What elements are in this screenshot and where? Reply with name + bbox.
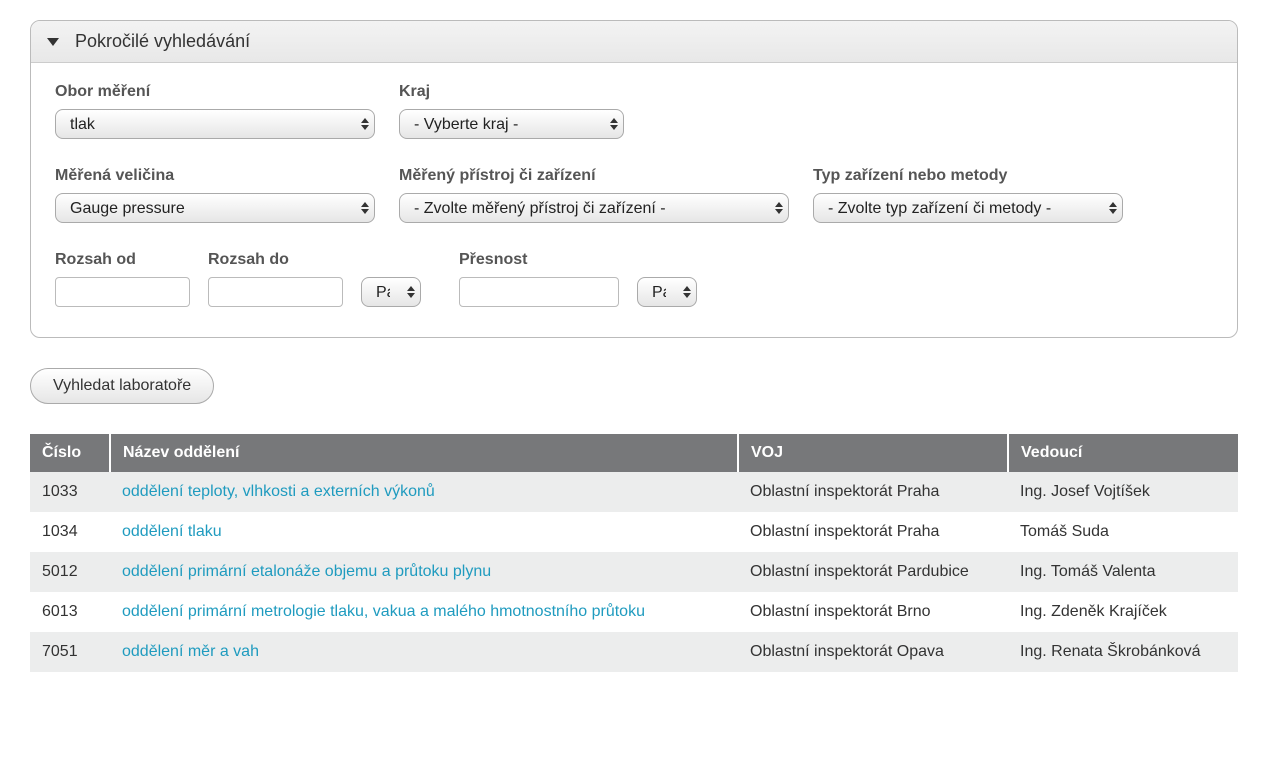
department-link[interactable]: oddělení primární etalonáže objemu a prů… — [122, 563, 491, 580]
cell-cislo: 1034 — [30, 512, 110, 552]
table-row: 1034 oddělení tlaku Oblastní inspektorát P… — [30, 512, 1238, 552]
select-velicina[interactable]: Gauge pressure — [55, 193, 375, 223]
cell-vedouci: Ing. Renata Škrobánková — [1008, 632, 1238, 672]
cell-nazev: oddělení měr a vah — [110, 632, 738, 672]
label-pristroj: Měřený přístroj či zařízení — [399, 167, 789, 185]
advanced-search-panel: Pokročilé vyhledávání Obor měření tlak K… — [30, 20, 1238, 338]
cell-nazev: oddělení primární etalonáže objemu a prů… — [110, 552, 738, 592]
select-obor[interactable]: tlak — [55, 109, 375, 139]
cell-voj: Oblastní inspektorát Praha — [738, 472, 1008, 512]
cell-vedouci: Ing. Zdeněk Krajíček — [1008, 592, 1238, 632]
label-typ: Typ zařízení nebo metody — [813, 167, 1123, 185]
label-presnost: Přesnost — [459, 251, 619, 269]
department-link[interactable]: oddělení primární metrologie tlaku, vaku… — [122, 603, 645, 620]
cell-nazev: oddělení tlaku — [110, 512, 738, 552]
input-rozsah-do[interactable] — [208, 277, 343, 307]
panel-toggle[interactable]: Pokročilé vyhledávání — [31, 21, 1237, 63]
cell-voj: Oblastní inspektorát Pardubice — [738, 552, 1008, 592]
cell-cislo: 1033 — [30, 472, 110, 512]
cell-vedouci: Tomáš Suda — [1008, 512, 1238, 552]
panel-title: Pokročilé vyhledávání — [75, 31, 250, 52]
label-rozsah-do: Rozsah do — [208, 251, 343, 269]
select-kraj[interactable]: - Vyberte kraj - — [399, 109, 624, 139]
chevron-down-icon — [47, 38, 59, 46]
input-rozsah-od[interactable] — [55, 277, 190, 307]
cell-voj: Oblastní inspektorát Praha — [738, 512, 1008, 552]
cell-vedouci: Ing. Tomáš Valenta — [1008, 552, 1238, 592]
panel-body: Obor měření tlak Kraj - Vyberte kraj - — [31, 63, 1237, 337]
select-typ[interactable]: - Zvolte typ zařízení či metody - — [813, 193, 1123, 223]
cell-nazev: oddělení teploty, vlhkosti a externích v… — [110, 472, 738, 512]
department-link[interactable]: oddělení tlaku — [122, 523, 222, 540]
th-nazev: Název oddělení — [110, 434, 738, 472]
search-button[interactable]: Vyhledat laboratoře — [30, 368, 214, 404]
label-velicina: Měřená veličina — [55, 167, 375, 185]
cell-voj: Oblastní inspektorát Brno — [738, 592, 1008, 632]
cell-cislo: 7051 — [30, 632, 110, 672]
cell-nazev: oddělení primární metrologie tlaku, vaku… — [110, 592, 738, 632]
th-cislo: Číslo — [30, 434, 110, 472]
results-table: Číslo Název oddělení VOJ Vedoucí 1033 odd… — [30, 434, 1238, 672]
cell-cislo: 5012 — [30, 552, 110, 592]
cell-vedouci: Ing. Josef Vojtíšek — [1008, 472, 1238, 512]
select-unit-rozsah[interactable]: Pa — [361, 277, 421, 307]
select-pristroj[interactable]: - Zvolte měřený přístroj či zařízení - — [399, 193, 789, 223]
table-row: 5012 oddělení primární etalonáže objemu a… — [30, 552, 1238, 592]
select-unit-presnost[interactable]: Pa — [637, 277, 697, 307]
label-obor: Obor měření — [55, 83, 375, 101]
table-row: 1033 oddělení teploty, vlhkosti a externí… — [30, 472, 1238, 512]
table-row: 6013 oddělení primární metrologie tlaku, … — [30, 592, 1238, 632]
th-vedouci: Vedoucí — [1008, 434, 1238, 472]
department-link[interactable]: oddělení měr a vah — [122, 643, 259, 660]
input-presnost[interactable] — [459, 277, 619, 307]
label-kraj: Kraj — [399, 83, 624, 101]
th-voj: VOJ — [738, 434, 1008, 472]
table-row: 7051 oddělení měr a vah Oblastní inspektor… — [30, 632, 1238, 672]
department-link[interactable]: oddělení teploty, vlhkosti a externích v… — [122, 483, 435, 500]
cell-cislo: 6013 — [30, 592, 110, 632]
label-rozsah-od: Rozsah od — [55, 251, 190, 269]
cell-voj: Oblastní inspektorát Opava — [738, 632, 1008, 672]
